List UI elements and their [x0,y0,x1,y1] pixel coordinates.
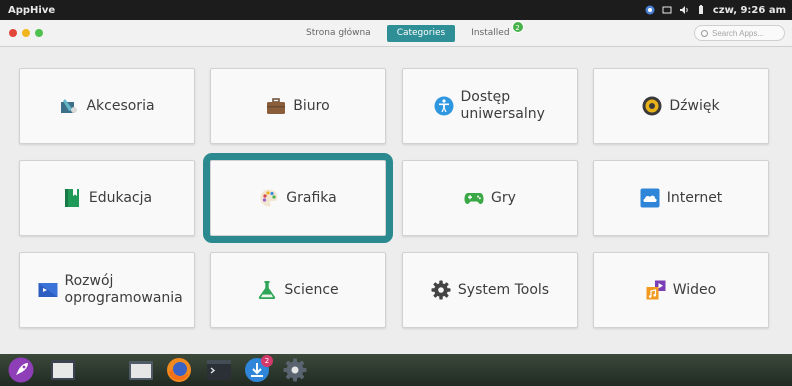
appcenter-window: Strona główna Categories Installed 2 Akc… [0,20,792,354]
speaker-icon [642,96,662,116]
battery-icon[interactable] [696,5,706,15]
headerbar: Strona główna Categories Installed 2 [0,20,792,47]
briefcase-icon [266,96,286,116]
tab-installed-label: Installed [471,28,510,38]
appcenter-updates-badge: 2 [261,355,273,367]
category-card-office[interactable]: Biuro [210,68,386,144]
display-icon[interactable] [662,5,672,15]
category-label: Gry [491,189,516,206]
tab-categories[interactable]: Categories [386,25,456,42]
maximize-button[interactable] [35,29,43,37]
category-card-audio[interactable]: Dźwięk [593,68,769,144]
category-label: Science [284,281,339,298]
updates-badge: 2 [511,21,524,33]
dock: 2 [0,354,792,386]
category-label: Dźwięk [669,97,720,114]
minimize-button[interactable] [22,29,30,37]
clock[interactable]: czw, 9:26 am [713,5,786,16]
category-label: Dostęp uniwersalny [460,89,545,122]
close-button[interactable] [9,29,17,37]
category-label: Edukacja [88,189,153,206]
tab-installed[interactable]: Installed 2 [465,21,524,42]
code-icon [38,280,58,300]
accessories-icon [59,96,79,116]
network-icon[interactable] [645,5,655,15]
settings-icon[interactable] [282,357,308,383]
category-card-accessories[interactable]: Akcesoria [19,68,195,144]
category-label: Internet [666,189,723,206]
palette-icon [259,188,279,208]
category-label: Rozwój oprogramowania [64,273,183,306]
category-card-development[interactable]: Rozwój oprogramowania [19,252,195,328]
category-label: Biuro [293,97,330,114]
accessibility-icon [434,96,454,116]
search-input[interactable] [712,28,778,38]
view-switcher: Strona główna Categories Installed 2 [300,21,524,42]
category-label: Wideo [672,281,717,298]
category-card-video[interactable]: Wideo [593,252,769,328]
tab-home[interactable]: Strona główna [300,25,377,42]
category-label: System Tools [457,281,550,298]
category-grid: Akcesoria Biuro Dostęp uniwersalny Dźwię… [0,47,792,354]
category-card-games[interactable]: Gry [402,160,578,236]
files-icon[interactable] [50,357,76,383]
category-card-system-tools[interactable]: System Tools [402,252,578,328]
category-card-science[interactable]: Science [210,252,386,328]
active-app-name[interactable]: AppHive [8,5,55,16]
window-controls [9,29,43,37]
system-tray: czw, 9:26 am [645,0,786,20]
flask-icon [257,280,277,300]
book-icon [62,188,82,208]
search-icon [701,29,708,37]
gear-icon [431,280,451,300]
folder-icon[interactable] [128,357,154,383]
volume-icon[interactable] [679,5,689,15]
gamepad-icon [464,188,484,208]
category-card-internet[interactable]: Internet [593,160,769,236]
category-card-education[interactable]: Edukacja [19,160,195,236]
terminal-icon[interactable] [206,357,232,383]
video-icon [646,280,666,300]
appcenter-icon[interactable]: 2 [244,355,273,383]
category-card-accessibility[interactable]: Dostęp uniwersalny [402,68,578,144]
category-label: Akcesoria [86,97,155,114]
launcher-icon[interactable] [8,357,34,383]
search-box[interactable] [694,25,785,41]
category-label: Grafika [286,189,337,206]
category-card-graphics[interactable]: Grafika [203,153,393,243]
top-panel: AppHive czw, 9:26 am [0,0,792,20]
firefox-icon[interactable] [166,357,192,383]
cloud-icon [640,188,660,208]
